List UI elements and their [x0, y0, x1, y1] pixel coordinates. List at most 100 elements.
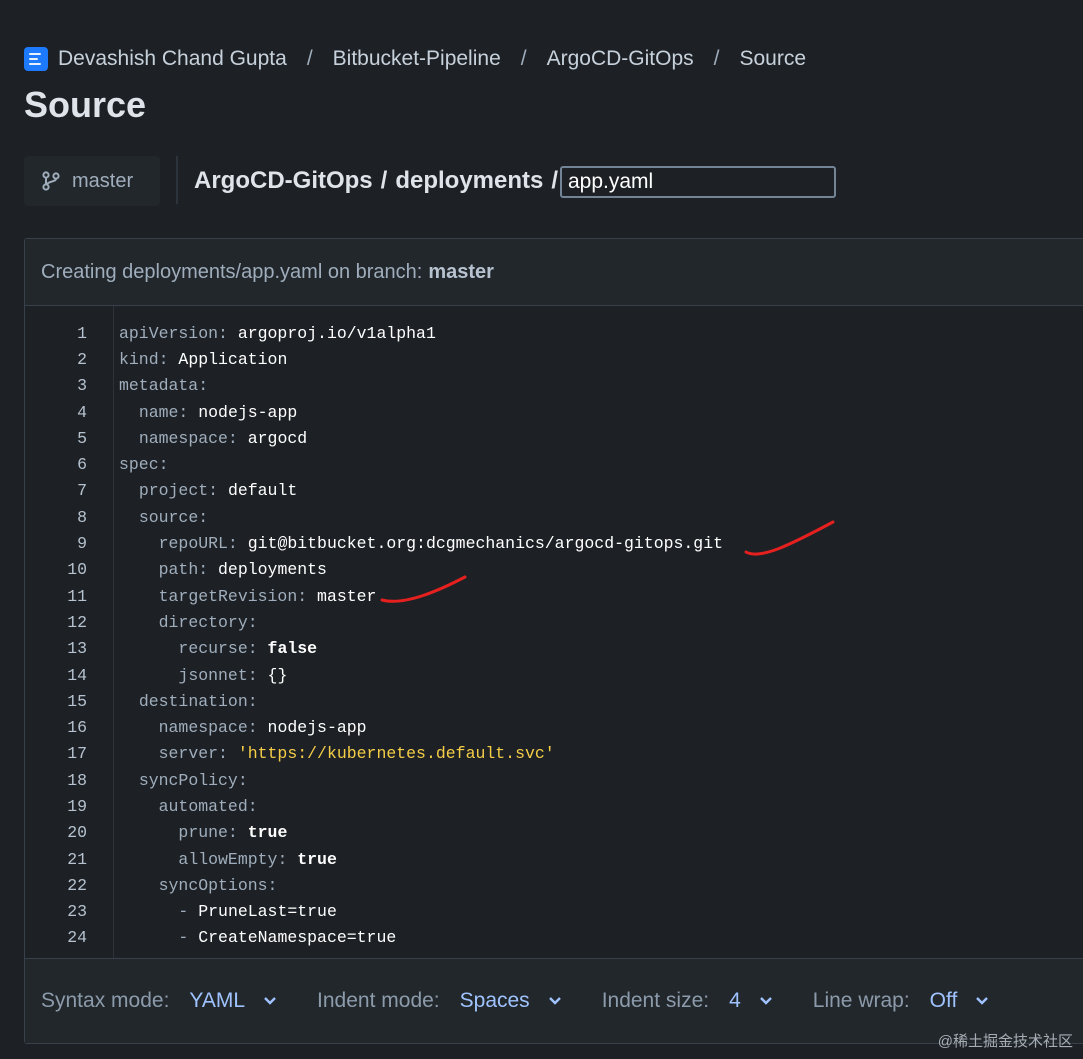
code-text[interactable]: - PruneLast=true [119, 902, 336, 921]
code-line[interactable]: 20 prune: true [25, 820, 1083, 846]
code-line[interactable]: 6 spec: [25, 451, 1083, 477]
code-line[interactable]: 3 metadata: [25, 373, 1083, 399]
filename-input[interactable] [560, 166, 836, 198]
code-line[interactable]: 16 namespace: nodejs-app [25, 714, 1083, 740]
line-number: 2 [77, 349, 87, 369]
code-text[interactable]: apiVersion: argoproj.io/v1alpha1 [119, 324, 436, 343]
code-line[interactable]: 17 server: 'https://kubernetes.default.s… [25, 741, 1083, 767]
code-text[interactable]: kind: Application [119, 350, 287, 369]
path-repository[interactable]: ArgoCD-GitOps [194, 167, 373, 195]
code-text[interactable]: metadata: [119, 376, 208, 395]
code-text[interactable]: targetRevision: master [119, 586, 377, 606]
line-number: 21 [67, 849, 87, 869]
indent-size-select[interactable]: Indent size: 4 [602, 989, 773, 1013]
code-text[interactable]: destination: [119, 692, 258, 711]
breadcrumb-separator: / [306, 47, 313, 70]
editor-header-text: Creating deployments/app.yaml on branch: [41, 260, 423, 283]
line-number: 12 [67, 612, 87, 632]
yaml-key: prune: [178, 823, 238, 843]
code-editor[interactable]: 1 apiVersion: argoproj.io/v1alpha1 2 kind: … [25, 306, 1083, 960]
syntax-mode-select[interactable]: Syntax mode: YAML [41, 989, 277, 1013]
code-text[interactable]: project: default [119, 481, 297, 500]
code-text[interactable]: server: 'https://kubernetes.default.svc' [119, 744, 555, 763]
yaml-value: master [317, 586, 377, 606]
line-wrap-select[interactable]: Line wrap: Off [813, 989, 990, 1013]
code-line[interactable]: 8 source: [25, 504, 1083, 530]
code-line[interactable]: 2 kind: Application [25, 346, 1083, 372]
code-lines[interactable]: 1 apiVersion: argoproj.io/v1alpha1 2 kind: … [25, 320, 1083, 951]
path-folder[interactable]: deployments [395, 167, 543, 195]
editor-settings-bar: Syntax mode: YAML Indent mode: Spaces In… [25, 958, 1083, 1043]
yaml-key: source: [138, 507, 209, 527]
yaml-value: default [227, 481, 298, 501]
code-line[interactable]: 14 jsonnet: {} [25, 662, 1083, 688]
indent-mode-value[interactable]: Spaces [460, 989, 530, 1013]
code-text[interactable]: directory: [119, 613, 258, 632]
yaml-key: directory: [158, 612, 258, 632]
code-text[interactable]: automated: [119, 797, 258, 816]
code-text[interactable]: recurse: false [119, 639, 317, 658]
code-text[interactable]: spec: [119, 455, 169, 474]
chevron-down-icon[interactable] [975, 996, 989, 1006]
line-wrap-value[interactable]: Off [930, 989, 958, 1013]
code-text[interactable]: namespace: argocd [119, 429, 307, 448]
code-line[interactable]: 21 allowEmpty: true [25, 846, 1083, 872]
code-line[interactable]: 5 namespace: argocd [25, 425, 1083, 451]
branch-label: master [72, 169, 134, 192]
code-text[interactable]: repoURL: git@bitbucket.org:dcgmechanics/… [119, 534, 723, 553]
code-text[interactable]: jsonnet: {} [119, 666, 287, 685]
breadcrumb-project[interactable]: Bitbucket-Pipeline [333, 47, 501, 71]
line-number: 13 [67, 639, 87, 659]
branch-selector-button[interactable]: master [24, 156, 160, 206]
line-number: 18 [67, 770, 87, 790]
code-line[interactable]: 15 destination: [25, 688, 1083, 714]
code-line[interactable]: 4 name: nodejs-app [25, 399, 1083, 425]
code-text[interactable]: path: deployments [119, 560, 327, 579]
code-line[interactable]: 9 repoURL: git@bitbucket.org:dcgmechanic… [25, 530, 1083, 556]
breadcrumb-source[interactable]: Source [739, 47, 806, 71]
chevron-down-icon[interactable] [759, 996, 773, 1006]
watermark: @稀土掘金技术社区 [937, 1033, 1073, 1050]
breadcrumb-workspace[interactable]: Devashish Chand Gupta [58, 47, 287, 71]
code-text[interactable]: syncPolicy: [119, 771, 248, 790]
branch-icon [42, 171, 60, 191]
chevron-down-icon[interactable] [263, 996, 277, 1006]
code-line[interactable]: 11 targetRevision: master [25, 583, 1083, 609]
yaml-key: repoURL: [158, 534, 238, 554]
indent-mode-select[interactable]: Indent mode: Spaces [317, 989, 562, 1013]
yaml-key: name: [138, 402, 189, 422]
yaml-key: destination: [138, 691, 258, 711]
editor-header: Creating deployments/app.yaml on branch:… [25, 239, 1083, 306]
path-separator: / [551, 167, 559, 194]
yaml-value: deployments [218, 560, 327, 580]
breadcrumb-repository[interactable]: ArgoCD-GitOps [547, 47, 694, 71]
code-line[interactable]: 23 - PruneLast=true [25, 899, 1083, 925]
code-text[interactable]: syncOptions: [119, 876, 278, 895]
code-line[interactable]: 12 directory: [25, 609, 1083, 635]
syntax-mode-value[interactable]: YAML [189, 989, 245, 1013]
page-title: Source [24, 84, 147, 125]
code-text[interactable]: namespace: nodejs-app [119, 718, 367, 737]
line-number: 1 [77, 323, 87, 343]
code-text[interactable]: allowEmpty: true [119, 850, 336, 869]
code-text[interactable]: - CreateNamespace=true [119, 928, 396, 947]
yaml-key: namespace: [138, 428, 238, 448]
code-line[interactable]: 22 syncOptions: [25, 872, 1083, 898]
code-line[interactable]: 10 path: deployments [25, 557, 1083, 583]
code-line[interactable]: 19 automated: [25, 793, 1083, 819]
code-line[interactable]: 13 recurse: false [25, 636, 1083, 662]
code-text[interactable]: prune: true [119, 823, 287, 842]
line-number: 16 [67, 718, 87, 738]
code-line[interactable]: 1 apiVersion: argoproj.io/v1alpha1 [25, 320, 1083, 346]
code-line[interactable]: 18 syncPolicy: [25, 767, 1083, 793]
code-line[interactable]: 24 - CreateNamespace=true [25, 925, 1083, 951]
code-text[interactable]: name: nodejs-app [119, 403, 297, 422]
chevron-down-icon[interactable] [548, 996, 562, 1006]
code-text[interactable]: source: [119, 508, 208, 527]
code-line[interactable]: 7 project: default [25, 478, 1083, 504]
indent-size-value[interactable]: 4 [729, 989, 741, 1013]
